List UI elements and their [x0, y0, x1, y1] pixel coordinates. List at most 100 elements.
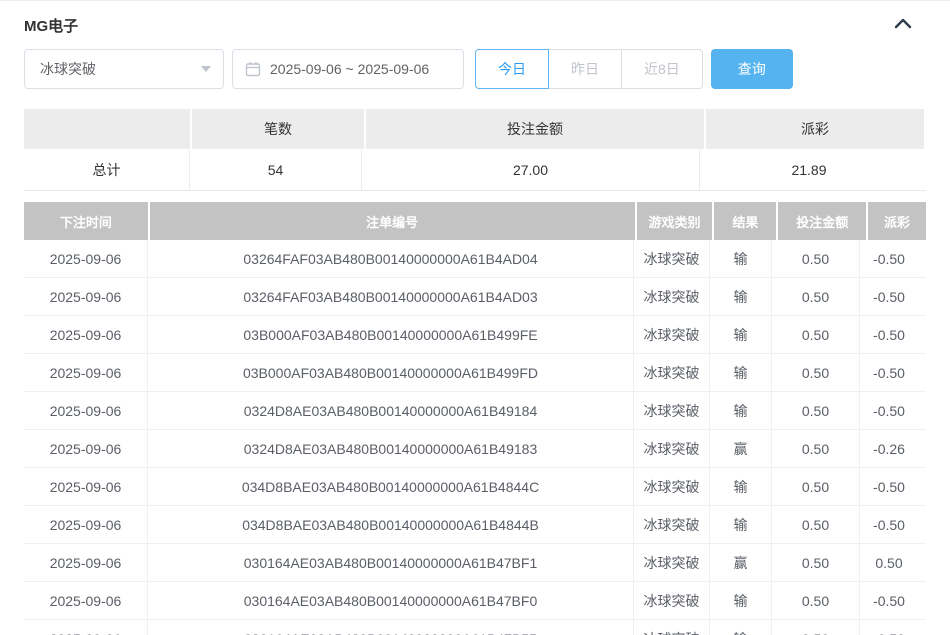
result-cell: 输 [710, 392, 772, 429]
bet-time-cell: 2025-09-06 [24, 468, 148, 505]
bet-time-cell: 2025-09-06 [24, 430, 148, 467]
bet-id-cell: 0324D8AE03AB480B00140000000A61B49184 [148, 392, 634, 429]
bet-id-cell: 034D8BAE03AB480B00140000000A61B4844C [148, 468, 634, 505]
bet-id-cell: 03B000AF03AB480B00140000000A61B499FD [148, 354, 634, 391]
table-row: 2025-09-06 030164AE03AB480B00140000000A6… [24, 582, 926, 620]
game-type-cell: 冰球突破 [634, 468, 710, 505]
collapse-panel-button[interactable] [894, 16, 912, 34]
result-cell: 输 [710, 278, 772, 315]
bet-amount-cell: 0.50 [772, 278, 860, 315]
payout-cell: -0.50 [860, 316, 918, 353]
mg-panel: MG电子 冰球突破 2025-09-06 ~ 2025-09-06 [0, 1, 950, 635]
bet-time-cell: 2025-09-06 [24, 354, 148, 391]
summary-total-count: 54 [190, 150, 362, 190]
payout-cell: -0.50 [860, 468, 918, 505]
summary-header-row: 笔数 投注金额 派彩 [24, 109, 926, 149]
bet-amount-cell: 0.50 [772, 430, 860, 467]
bet-amount-cell: 0.50 [772, 392, 860, 429]
payout-cell: -0.50 [860, 392, 918, 429]
today-button[interactable]: 今日 [475, 49, 549, 89]
result-cell: 赢 [710, 544, 772, 581]
summary-total-row: 总计 54 27.00 21.89 [24, 150, 926, 191]
result-cell: 输 [710, 582, 772, 619]
table-row: 2025-09-06 030164AE03AB480B00140000000A6… [24, 544, 926, 582]
table-row: 2025-09-06 034D8BAE03AB480B00140000000A6… [24, 468, 926, 506]
bet-records-table: 下注时间 注单编号 游戏类别 结果 投注金额 派彩 2025-09-06 032… [24, 202, 926, 635]
result-cell: 输 [710, 240, 772, 277]
col-header-bet-time: 下注时间 [24, 202, 148, 240]
payout-cell: -0.50 [860, 506, 918, 543]
bet-table-header-row: 下注时间 注单编号 游戏类别 结果 投注金额 派彩 [24, 202, 926, 240]
game-type-cell: 冰球突破 [634, 506, 710, 543]
table-row: 2025-09-06 0324D8AE03AB480B00140000000A6… [24, 430, 926, 468]
bet-time-cell: 2025-09-06 [24, 544, 148, 581]
bet-amount-cell: 0.50 [772, 620, 860, 635]
bet-amount-cell: 0.50 [772, 582, 860, 619]
bet-amount-cell: 0.50 [772, 506, 860, 543]
game-type-cell: 冰球突破 [634, 430, 710, 467]
bet-amount-cell: 0.50 [772, 354, 860, 391]
bet-time-cell: 2025-09-06 [24, 316, 148, 353]
result-cell: 输 [710, 506, 772, 543]
yesterday-button[interactable]: 昨日 [548, 49, 622, 89]
bet-amount-cell: 0.50 [772, 316, 860, 353]
search-button[interactable]: 查询 [711, 49, 793, 89]
table-row: 2025-09-06 034D8BAE03AB480B00140000000A6… [24, 506, 926, 544]
table-row: 2025-09-06 03B000AF03AB480B00140000000A6… [24, 354, 926, 392]
result-cell: 输 [710, 354, 772, 391]
calendar-icon [245, 61, 261, 77]
col-header-game-type: 游戏类别 [637, 202, 713, 240]
bet-id-cell: 030164AE03AB480B00140000000A61B47BF1 [148, 544, 634, 581]
bet-time-cell: 2025-09-06 [24, 506, 148, 543]
summary-table: 笔数 投注金额 派彩 总计 54 27.00 21.89 [24, 109, 926, 191]
bet-amount-cell: 0.50 [772, 468, 860, 505]
summary-total-payout: 21.89 [700, 150, 918, 190]
game-type-cell: 冰球突破 [634, 316, 710, 353]
game-type-cell: 冰球突破 [634, 582, 710, 619]
summary-total-label: 总计 [24, 150, 190, 190]
date-range-value: 2025-09-06 ~ 2025-09-06 [270, 61, 429, 77]
game-select-value: 冰球突破 [40, 59, 96, 79]
table-row: 2025-09-06 03264FAF03AB480B00140000000A6… [24, 240, 926, 278]
bet-time-cell: 2025-09-06 [24, 278, 148, 315]
bet-time-cell: 2025-09-06 [24, 620, 148, 635]
bet-amount-cell: 0.50 [772, 544, 860, 581]
summary-header-blank [24, 109, 190, 149]
summary-header-count: 笔数 [192, 109, 364, 149]
bet-id-cell: 030164AE03AB480B00140000000A61B47B55 [148, 620, 634, 635]
result-cell: 输 [710, 316, 772, 353]
bet-id-cell: 03B000AF03AB480B00140000000A61B499FE [148, 316, 634, 353]
payout-cell: -0.50 [860, 620, 918, 635]
bet-id-cell: 0324D8AE03AB480B00140000000A61B49183 [148, 430, 634, 467]
bet-id-cell: 03264FAF03AB480B00140000000A61B4AD04 [148, 240, 634, 277]
last-8-days-button[interactable]: 近8日 [621, 49, 703, 89]
col-header-bet-amount: 投注金额 [778, 202, 866, 240]
col-header-result: 结果 [714, 202, 776, 240]
bet-id-cell: 030164AE03AB480B00140000000A61B47BF0 [148, 582, 634, 619]
caret-down-icon [201, 66, 211, 72]
payout-cell: -0.50 [860, 582, 918, 619]
col-header-bet-id: 注单编号 [150, 202, 635, 240]
payout-cell: -0.50 [860, 354, 918, 391]
summary-header-bet-amount: 投注金额 [366, 109, 704, 149]
game-select[interactable]: 冰球突破 [24, 49, 224, 89]
table-row: 2025-09-06 03B000AF03AB480B00140000000A6… [24, 316, 926, 354]
payout-cell: -0.50 [860, 240, 918, 277]
date-range-picker[interactable]: 2025-09-06 ~ 2025-09-06 [232, 49, 464, 89]
result-cell: 输 [710, 468, 772, 505]
payout-cell: 0.50 [860, 544, 918, 581]
table-row: 2025-09-06 030164AE03AB480B00140000000A6… [24, 620, 926, 635]
chevron-up-icon [894, 16, 912, 34]
payout-cell: -0.26 [860, 430, 918, 467]
quick-date-button-group: 今日 昨日 近8日 [475, 49, 703, 89]
game-type-cell: 冰球突破 [634, 240, 710, 277]
payout-cell: -0.50 [860, 278, 918, 315]
result-cell: 输 [710, 620, 772, 635]
panel-header: MG电子 [24, 1, 926, 39]
result-cell: 赢 [710, 430, 772, 467]
bet-amount-cell: 0.50 [772, 240, 860, 277]
game-type-cell: 冰球突破 [634, 620, 710, 635]
game-type-cell: 冰球突破 [634, 278, 710, 315]
table-row: 2025-09-06 03264FAF03AB480B00140000000A6… [24, 278, 926, 316]
bet-id-cell: 03264FAF03AB480B00140000000A61B4AD03 [148, 278, 634, 315]
